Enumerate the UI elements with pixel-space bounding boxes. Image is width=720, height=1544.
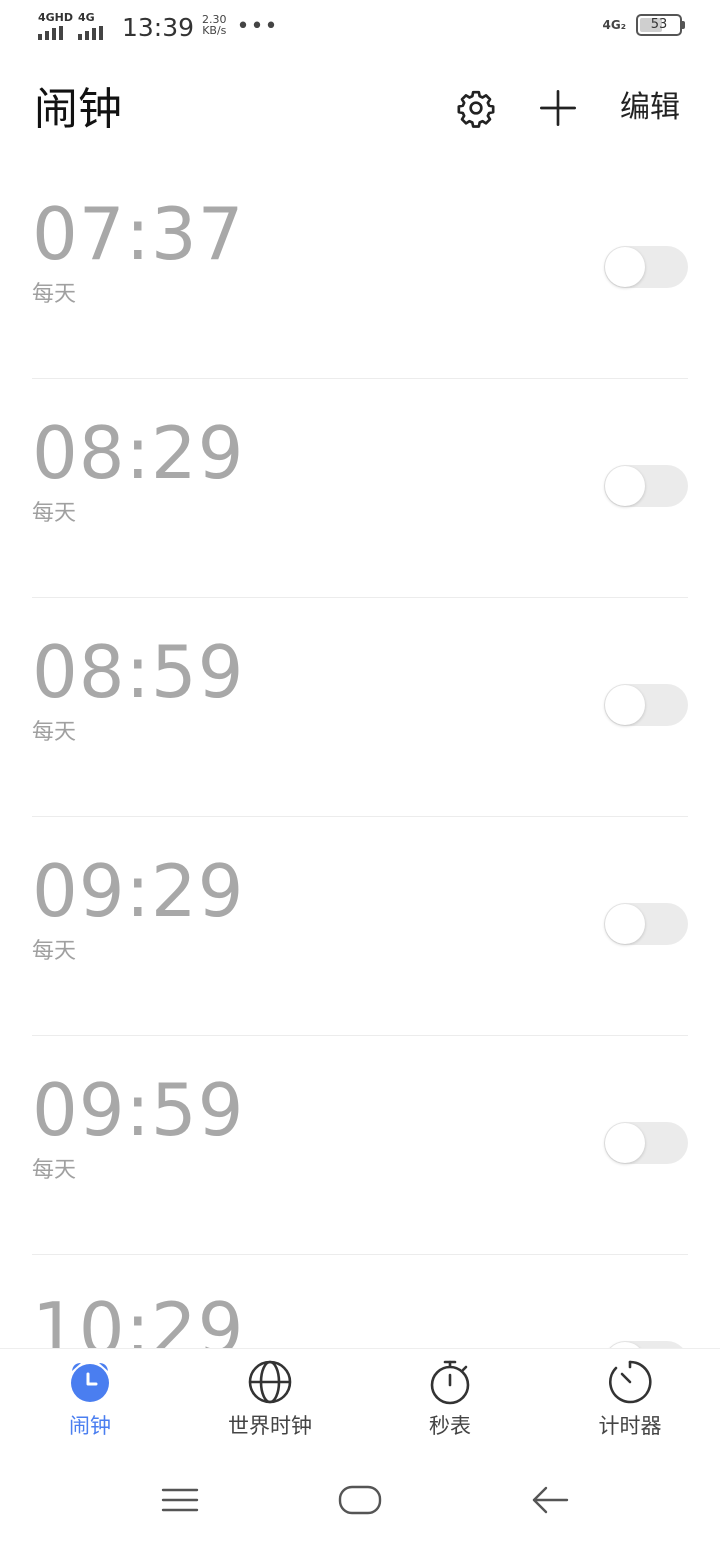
globe-icon [248, 1360, 292, 1404]
alarm-toggle[interactable] [604, 1122, 688, 1164]
toggle-knob [605, 904, 645, 944]
right-network-label: 4G₂ [602, 18, 626, 32]
clock-app: 4GHD 4G 13:39 2.30 KB/s ••• 4G₂ 53 闹钟 编辑… [0, 0, 720, 1544]
plus-icon [540, 90, 576, 126]
battery-level: 53 [650, 17, 668, 32]
page-title: 闹钟 [34, 84, 122, 135]
home-pill-icon [338, 1485, 382, 1515]
sim1-network-label: 4GHD [38, 11, 74, 24]
alarm-item[interactable]: 07:37 每天 [32, 160, 688, 379]
sim2-network-label: 4G [78, 11, 95, 24]
alarm-toggle[interactable] [604, 465, 688, 507]
alarm-toggle[interactable] [604, 684, 688, 726]
back-arrow-icon [532, 1486, 569, 1514]
system-nav-bar [0, 1452, 720, 1544]
alarm-item[interactable]: 09:29 每天 [32, 817, 688, 1036]
alarm-repeat: 每天 [32, 720, 77, 745]
signal-bars-icon [78, 26, 103, 40]
alarm-toggle[interactable] [604, 903, 688, 945]
toggle-knob [605, 1123, 645, 1163]
alarm-item[interactable]: 08:59 每天 [32, 598, 688, 817]
alarm-list: 07:37 每天 08:29 每天 08:59 每天 09:29 每天 09:5… [0, 160, 720, 1348]
toggle-knob [605, 466, 645, 506]
more-notifications-icon: ••• [236, 14, 279, 39]
alarm-repeat: 每天 [32, 282, 77, 307]
alarm-time: 09:59 [32, 1068, 245, 1152]
alarm-repeat: 每天 [32, 939, 77, 964]
toggle-knob [605, 685, 645, 725]
network-speed: 2.30 KB/s [202, 14, 227, 36]
tab-label: 秒表 [429, 1414, 471, 1438]
settings-button[interactable] [454, 86, 498, 130]
tab-label: 世界时钟 [228, 1414, 312, 1438]
sim1-signal: 4GHD [38, 10, 74, 40]
add-alarm-button[interactable] [536, 86, 580, 130]
stopwatch-icon [430, 1360, 470, 1405]
app-header: 闹钟 编辑 [0, 70, 720, 150]
alarm-time: 10:29 [32, 1287, 245, 1348]
alarm-toggle[interactable] [604, 246, 688, 288]
tab-alarm[interactable]: 闹钟 [0, 1359, 180, 1449]
tab-stopwatch[interactable]: 秒表 [360, 1359, 540, 1449]
alarm-time: 08:59 [32, 630, 245, 714]
toggle-knob [605, 247, 645, 287]
alarm-toggle[interactable] [604, 1341, 688, 1348]
gear-icon [457, 90, 495, 128]
alarm-repeat: 每天 [32, 501, 77, 526]
tab-world-clock[interactable]: 世界时钟 [180, 1359, 360, 1449]
alarm-clock-icon [71, 1363, 109, 1402]
signal-bars-icon [38, 26, 63, 40]
edit-button[interactable]: 编辑 [620, 88, 680, 128]
alarm-time: 07:37 [32, 192, 245, 276]
alarm-item[interactable]: 08:29 每天 [32, 379, 688, 598]
battery-icon: 53 [636, 14, 685, 36]
alarm-item[interactable]: 09:59 每天 [32, 1036, 688, 1255]
alarm-item[interactable]: 10:29 [32, 1255, 688, 1348]
menu-icon [161, 1488, 199, 1512]
bottom-tab-bar: 闹钟 世界时钟 秒表 计时器 [0, 1348, 720, 1453]
tab-timer[interactable]: 计时器 [540, 1359, 720, 1449]
status-bar: 4GHD 4G 13:39 2.30 KB/s ••• 4G₂ 53 [0, 0, 720, 56]
home-button[interactable] [330, 1480, 390, 1520]
network-speed-unit: KB/s [202, 24, 227, 37]
tab-label: 计时器 [598, 1414, 662, 1438]
status-time: 13:39 [122, 13, 195, 42]
sim2-signal: 4G [78, 10, 112, 40]
status-right: 4G₂ 53 [602, 14, 685, 36]
recent-apps-button[interactable] [150, 1480, 210, 1520]
back-button[interactable] [520, 1480, 580, 1520]
status-left: 4GHD 4G 13:39 2.30 KB/s ••• [38, 10, 278, 46]
alarm-repeat: 每天 [32, 1158, 77, 1183]
alarm-time: 08:29 [32, 411, 245, 495]
tab-label: 闹钟 [69, 1414, 111, 1438]
timer-icon [609, 1360, 652, 1404]
alarm-time: 09:29 [32, 849, 245, 933]
